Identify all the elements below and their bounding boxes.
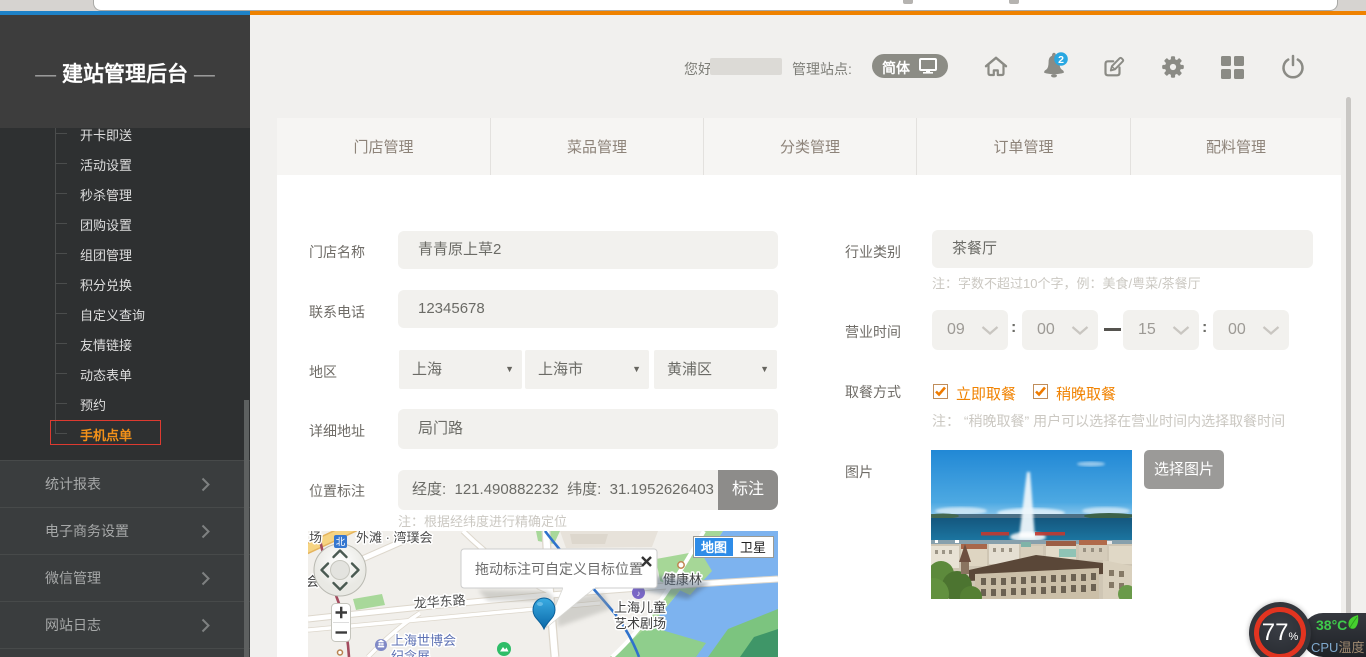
svg-text:地图: 地图 <box>701 540 727 555</box>
svg-text:艺术剧场: 艺术剧场 <box>614 616 666 631</box>
svg-text:上海世博会: 上海世博会 <box>391 633 456 648</box>
svg-text:卫星: 卫星 <box>740 540 766 555</box>
svg-text:纪念展: 纪念展 <box>391 649 430 657</box>
svg-text:场: 场 <box>309 531 322 545</box>
svg-text:北: 北 <box>336 537 346 548</box>
svg-text:上海儿童: 上海儿童 <box>614 600 666 615</box>
svg-text:♪: ♪ <box>637 589 641 598</box>
svg-text:外滩 · 湾璞会: 外滩 · 湾璞会 <box>356 531 433 545</box>
svg-text:2: 2 <box>1058 54 1064 66</box>
svg-text:拖动标注可自定义目标位置: 拖动标注可自定义目标位置 <box>475 561 643 577</box>
